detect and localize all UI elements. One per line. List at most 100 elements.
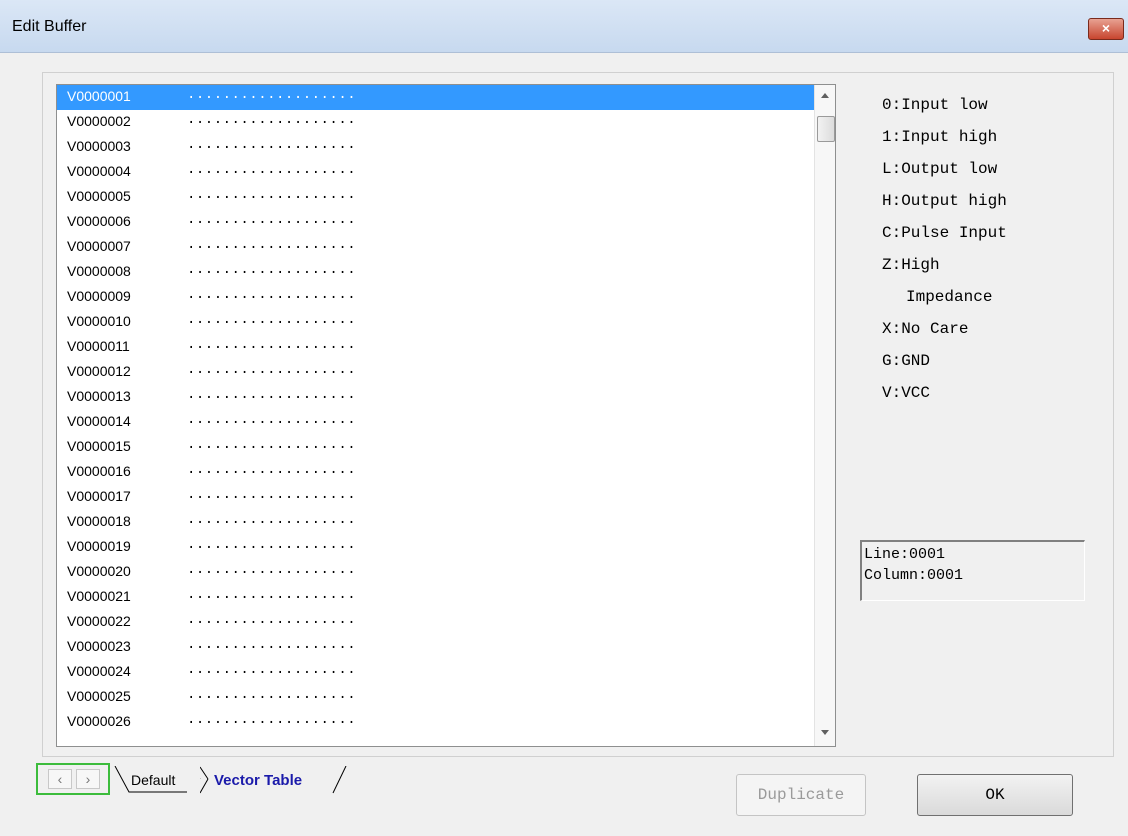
row-values: ................... bbox=[187, 662, 357, 678]
row-address: V0000009 bbox=[67, 288, 131, 304]
table-row[interactable]: V0000013................... bbox=[57, 385, 814, 410]
vertical-scrollbar[interactable] bbox=[814, 85, 835, 746]
title-bar: Edit Buffer × bbox=[0, 0, 1128, 53]
row-address: V0000014 bbox=[67, 413, 131, 429]
row-address: V0000004 bbox=[67, 163, 131, 179]
row-values: ................... bbox=[187, 262, 357, 278]
row-address: V0000022 bbox=[67, 613, 131, 629]
vector-list[interactable]: V0000001................... V0000002.....… bbox=[56, 84, 836, 747]
ok-button[interactable]: OK bbox=[917, 774, 1073, 816]
legend-item-continuation: Impedance bbox=[906, 288, 993, 306]
duplicate-button[interactable]: Duplicate bbox=[736, 774, 866, 816]
row-address: V0000017 bbox=[67, 488, 131, 504]
table-row[interactable]: V0000007................... bbox=[57, 235, 814, 260]
table-row[interactable]: V0000006................... bbox=[57, 210, 814, 235]
row-values: ................... bbox=[187, 337, 357, 353]
row-values: ................... bbox=[187, 212, 357, 228]
legend: 0:Input low 1:Input high L:Output low H:… bbox=[882, 92, 1102, 412]
table-row[interactable]: V0000022................... bbox=[57, 610, 814, 635]
scroll-down-icon[interactable] bbox=[821, 730, 829, 735]
tab-default-label: Default bbox=[131, 772, 176, 788]
row-values: ................... bbox=[187, 637, 357, 653]
legend-item: 0:Input low bbox=[882, 96, 988, 114]
tab-prev-button[interactable]: ‹ bbox=[48, 769, 72, 789]
row-values: ................... bbox=[187, 237, 357, 253]
table-row[interactable]: V0000009................... bbox=[57, 285, 814, 310]
row-address: V0000018 bbox=[67, 513, 131, 529]
row-address: V0000013 bbox=[67, 388, 131, 404]
legend-item: G:GND bbox=[882, 352, 931, 370]
row-values: ................... bbox=[187, 287, 357, 303]
table-row[interactable]: V0000016................... bbox=[57, 460, 814, 485]
row-address: V0000001 bbox=[67, 88, 131, 104]
tab-default[interactable]: Default bbox=[113, 766, 187, 794]
close-button[interactable]: × bbox=[1088, 18, 1124, 40]
legend-item: C:Pulse Input bbox=[882, 224, 1007, 242]
tab-next-button[interactable]: › bbox=[76, 769, 100, 789]
table-row[interactable]: V0000011................... bbox=[57, 335, 814, 360]
row-values: ................... bbox=[187, 712, 357, 728]
table-row[interactable]: V0000008................... bbox=[57, 260, 814, 285]
legend-item: Z:High bbox=[882, 256, 940, 274]
row-values: ................... bbox=[187, 612, 357, 628]
row-values: ................... bbox=[187, 137, 357, 153]
legend-item: L:Output low bbox=[882, 160, 998, 178]
line-indicator: Line:0001 bbox=[864, 546, 946, 563]
tab-vector-table[interactable]: Vector Table bbox=[200, 766, 348, 794]
row-address: V0000005 bbox=[67, 188, 131, 204]
row-values: ................... bbox=[187, 187, 357, 203]
row-values: ................... bbox=[187, 462, 357, 478]
row-address: V0000011 bbox=[67, 338, 130, 354]
table-row[interactable]: V0000010................... bbox=[57, 310, 814, 335]
row-address: V0000025 bbox=[67, 688, 131, 704]
row-address: V0000010 bbox=[67, 313, 131, 329]
row-address: V0000021 bbox=[67, 588, 131, 604]
row-values: ................... bbox=[187, 362, 357, 378]
row-address: V0000006 bbox=[67, 213, 131, 229]
row-address: V0000020 bbox=[67, 563, 131, 579]
row-values: ................... bbox=[187, 387, 357, 403]
row-values: ................... bbox=[187, 437, 357, 453]
tab-vector-table-label: Vector Table bbox=[214, 772, 303, 789]
row-address: V0000019 bbox=[67, 538, 131, 554]
table-row[interactable]: V0000005................... bbox=[57, 185, 814, 210]
legend-item: 1:Input high bbox=[882, 128, 998, 146]
table-row[interactable]: V0000012................... bbox=[57, 360, 814, 385]
table-row[interactable]: V0000025................... bbox=[57, 685, 814, 710]
table-row[interactable]: V0000003................... bbox=[57, 135, 814, 160]
row-values: ................... bbox=[187, 687, 357, 703]
legend-item: H:Output high bbox=[882, 192, 1007, 210]
row-address: V0000016 bbox=[67, 463, 131, 479]
row-address: V0000024 bbox=[67, 663, 131, 679]
row-address: V0000026 bbox=[67, 713, 131, 729]
row-values: ................... bbox=[187, 312, 357, 328]
table-row[interactable]: V0000026................... bbox=[57, 710, 814, 735]
table-row[interactable]: V0000023................... bbox=[57, 635, 814, 660]
table-row[interactable]: V0000017................... bbox=[57, 485, 814, 510]
row-values: ................... bbox=[187, 537, 357, 553]
legend-item: X:No Care bbox=[882, 320, 969, 338]
table-row[interactable]: V0000002................... bbox=[57, 110, 814, 135]
row-values: ................... bbox=[187, 412, 357, 428]
row-address: V0000007 bbox=[67, 238, 131, 254]
table-row[interactable]: V0000001................... bbox=[57, 85, 814, 110]
scroll-up-icon[interactable] bbox=[821, 93, 829, 98]
column-indicator: Column:0001 bbox=[864, 567, 964, 584]
table-row[interactable]: V0000018................... bbox=[57, 510, 814, 535]
window-title: Edit Buffer bbox=[12, 18, 87, 35]
row-values: ................... bbox=[187, 162, 357, 178]
table-row[interactable]: V0000019................... bbox=[57, 535, 814, 560]
tab-scroll-control: ‹ › bbox=[36, 763, 110, 795]
table-row[interactable]: V0000014................... bbox=[57, 410, 814, 435]
row-values: ................... bbox=[187, 87, 357, 103]
table-row[interactable]: V0000020................... bbox=[57, 560, 814, 585]
table-row[interactable]: V0000004................... bbox=[57, 160, 814, 185]
cursor-position-box: Line:0001 Column:0001 bbox=[860, 540, 1085, 601]
table-row[interactable]: V0000015................... bbox=[57, 435, 814, 460]
scroll-thumb[interactable] bbox=[817, 116, 835, 142]
row-values: ................... bbox=[187, 487, 357, 503]
table-row[interactable]: V0000021................... bbox=[57, 585, 814, 610]
row-address: V0000015 bbox=[67, 438, 131, 454]
legend-item: V:VCC bbox=[882, 384, 931, 402]
table-row[interactable]: V0000024................... bbox=[57, 660, 814, 685]
